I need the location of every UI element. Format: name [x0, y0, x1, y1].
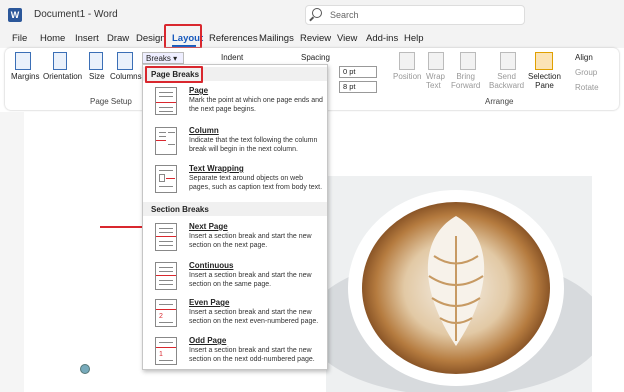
wrap-text-button[interactable]: Wrap Text [426, 72, 445, 90]
menu-item-title: Column [189, 126, 219, 135]
menu-item-title: Odd Page [189, 336, 227, 345]
position-icon[interactable] [399, 52, 415, 70]
columns-button[interactable]: Columns [110, 72, 142, 81]
tab-help[interactable]: Help [404, 33, 424, 44]
menu-item-desc: Indicate that the text following the col… [189, 137, 318, 153]
breaks-button[interactable]: Breaks ▾ [142, 52, 184, 64]
next-page-break-icon [155, 223, 177, 251]
text-wrapping-break-icon [155, 165, 177, 193]
tab-review[interactable]: Review [300, 33, 331, 44]
group-button[interactable]: Group [575, 68, 597, 77]
tab-home[interactable]: Home [40, 33, 65, 44]
menu-item-desc: Insert a section break and start the new… [189, 309, 319, 325]
menu-item-title: Text Wrapping [189, 164, 244, 173]
page-break-icon [155, 87, 177, 115]
layout-tab-highlight-box [164, 24, 202, 49]
spacing-after-input[interactable]: 8 pt [339, 81, 377, 93]
menu-item-desc: Insert a section break and start the new… [189, 347, 315, 363]
menu-item-desc: Insert a section break and start the new… [189, 272, 312, 288]
word-logo-icon: W [8, 8, 22, 22]
menu-item-even-page-break[interactable]: 2 Even Page Insert a section break and s… [143, 297, 327, 337]
margins-button[interactable]: Margins [11, 72, 39, 81]
continuous-break-icon [155, 262, 177, 290]
menu-item-title: Even Page [189, 298, 230, 307]
tab-file[interactable]: File [12, 33, 27, 44]
menu-item-next-page-break[interactable]: Next Page Insert a section break and sta… [143, 221, 327, 261]
latte-photo-image [326, 176, 592, 392]
position-button[interactable]: Position [393, 72, 421, 81]
rotate-button[interactable]: Rotate [575, 83, 599, 92]
selection-pane-button[interactable]: Selection Pane [528, 72, 561, 90]
margins-icon[interactable] [15, 52, 31, 70]
spacing-label: Spacing [301, 53, 330, 62]
tab-design[interactable]: Design [136, 33, 166, 44]
column-break-icon [155, 127, 177, 155]
document-title: Document1 - Word [34, 9, 118, 20]
arrange-group-label: Arrange [485, 97, 514, 106]
orientation-button[interactable]: Orientation [43, 72, 82, 81]
menu-item-desc: Separate text around objects on web page… [189, 175, 323, 191]
menu-item-title: Page [189, 86, 209, 95]
latte-photo[interactable] [326, 176, 592, 392]
menu-item-column-break[interactable]: Column Indicate that the text following … [143, 125, 327, 165]
tab-view[interactable]: View [337, 33, 357, 44]
menu-item-desc: Insert a section break and start the new… [189, 233, 312, 249]
menu-item-desc: Mark the point at which one page ends an… [189, 97, 323, 113]
page-setup-group-label: Page Setup [90, 97, 132, 106]
section-breaks-header: Section Breaks [143, 202, 327, 216]
wrap-text-icon[interactable] [428, 52, 444, 70]
tab-references[interactable]: References [209, 33, 258, 44]
columns-icon[interactable] [117, 52, 133, 70]
breaks-dropdown-menu: Page Breaks Page Mark the point at which… [142, 64, 328, 370]
even-page-break-icon: 2 [155, 299, 177, 327]
align-button[interactable]: Align [575, 53, 593, 62]
search-placeholder: Search [330, 10, 359, 20]
page-breaks-highlight-box [145, 66, 203, 83]
menu-item-title: Next Page [189, 222, 228, 231]
spacing-before-input[interactable]: 0 pt [339, 66, 377, 78]
indent-label: Indent [221, 53, 244, 62]
menu-item-page-break[interactable]: Page Mark the point at which one page en… [143, 85, 327, 125]
tab-add-ins[interactable]: Add-ins [366, 33, 398, 44]
send-backward-icon[interactable] [500, 52, 516, 70]
breaks-label: Breaks [146, 54, 171, 63]
bring-forward-button[interactable]: Bring Forward [451, 72, 480, 90]
odd-page-break-icon: 1 [155, 337, 177, 365]
selection-pane-icon[interactable] [535, 52, 553, 70]
send-backward-button[interactable]: Send Backward [489, 72, 524, 90]
tab-insert[interactable]: Insert [75, 33, 99, 44]
menu-item-odd-page-break[interactable]: 1 Odd Page Insert a section break and st… [143, 335, 327, 375]
tab-draw[interactable]: Draw [107, 33, 129, 44]
menu-item-continuous-break[interactable]: Continuous Insert a section break and st… [143, 260, 327, 300]
orientation-icon[interactable] [53, 52, 67, 70]
tab-mailings[interactable]: Mailings [259, 33, 294, 44]
search-icon [312, 8, 322, 18]
size-icon[interactable] [89, 52, 103, 70]
menu-item-text-wrapping-break[interactable]: Text Wrapping Separate text around objec… [143, 163, 327, 203]
mouse-cursor-icon [80, 364, 90, 374]
menu-item-title: Continuous [189, 261, 234, 270]
chevron-down-icon: ▾ [173, 54, 178, 63]
size-button[interactable]: Size [89, 72, 105, 81]
bring-forward-icon[interactable] [460, 52, 476, 70]
